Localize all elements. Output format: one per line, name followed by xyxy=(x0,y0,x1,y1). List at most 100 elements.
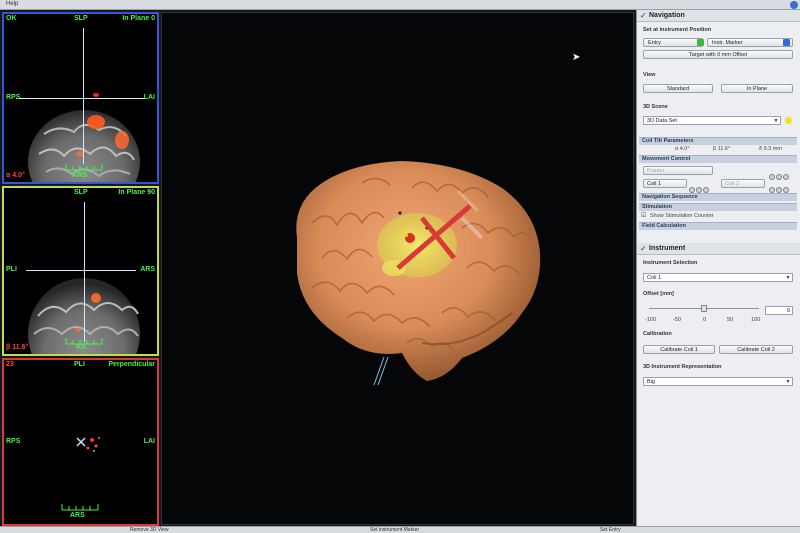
orientation-top: SLP xyxy=(74,189,88,196)
calibrate-coil2-button[interactable]: Calibrate Coil 2 xyxy=(719,345,793,354)
offset-tick-2: -50 xyxy=(673,317,681,323)
view-2d-perpendicular[interactable]: 23 PLI Perpendicular RPS LAI ARS xyxy=(2,358,159,526)
instr-marker-label: Instr. Marker xyxy=(712,40,743,46)
chevron-down-icon: ▼ xyxy=(785,379,791,385)
orientation-right: ARS xyxy=(140,266,155,273)
crosshair-horizontal xyxy=(26,270,136,271)
inplane-view-button[interactable]: In Plane xyxy=(721,84,793,93)
scene-label: 3D Scene xyxy=(643,104,668,110)
view-2d-inplane-90[interactable]: SLP In Plane 90 PLI ARS RA β 11.6° xyxy=(2,186,159,356)
right-panel: Navigation ✓ Set at instrument Position … xyxy=(636,10,800,526)
angle-alpha: α 4.0° xyxy=(6,172,25,179)
coil-tilt-delta: δ 9.3 mm xyxy=(759,146,782,152)
stimulation-title: Stimulation xyxy=(642,204,672,210)
taskbar-set-entry[interactable]: Set Entry xyxy=(600,527,621,533)
instrument-checkmark-icon: ✓ xyxy=(640,244,647,253)
view-2d-inplane-0[interactable]: OK SLP In Plane 0 RPS LAI ARS α 4.0° xyxy=(2,12,159,184)
representation-select-value: Big xyxy=(647,379,655,385)
offset-input[interactable]: 0 xyxy=(765,306,793,315)
navigation-title: Navigation xyxy=(649,12,685,19)
set-position-label: Set at instrument Position xyxy=(643,27,712,33)
taskbar-remove-3d-view[interactable]: Remove 3D View xyxy=(130,527,169,533)
orientation-right: LAI xyxy=(143,438,155,445)
orientation-top: SLP xyxy=(74,15,88,22)
pointer-label: Pointer xyxy=(647,168,665,174)
coil-tilt-title: Coil Tilt Parameters xyxy=(642,138,694,144)
instrument-header[interactable]: Instrument xyxy=(637,243,800,255)
coil1-button[interactable]: Coil 1 xyxy=(643,179,687,188)
orientation-right: LAI xyxy=(143,94,155,101)
navigation-sequence-title: Navigation Sequence xyxy=(642,194,698,200)
standard-view-button[interactable]: Standard xyxy=(643,84,713,93)
field-calculation-title: Field Calculation xyxy=(642,223,687,229)
entry-button[interactable]: Entry xyxy=(643,38,703,47)
entry-button-label: Entry xyxy=(648,40,661,46)
representation-label: 3D Instrument Representation xyxy=(643,364,722,370)
angle-beta: β 11.6° xyxy=(6,344,29,351)
orientation-top: PLI xyxy=(74,361,85,368)
coil-tilt-beta: β 11.6° xyxy=(713,146,731,152)
offset-tick-5: 100 xyxy=(751,317,761,323)
view-status: OK xyxy=(6,15,17,22)
coil2-label: Coil 2 xyxy=(725,181,740,187)
pointer-button[interactable]: Pointer xyxy=(643,166,713,175)
checkbox-checked-icon[interactable]: ☑ xyxy=(641,212,646,219)
screen: Help OK SLP In Plane 0 RPS LAI ARS α 4.0… xyxy=(0,0,800,533)
target-offset-button[interactable]: Target with 0 mm Offset xyxy=(643,50,793,59)
coil-tilt-header[interactable]: Coil Tilt Parameters xyxy=(639,137,797,145)
scene-color-icon[interactable] xyxy=(785,117,792,124)
inplane-view-label: In Plane xyxy=(746,86,768,92)
offset-label: Offset [mm] xyxy=(643,291,674,297)
plane-label: In Plane 90 xyxy=(118,189,155,196)
offset-tick-4: 50 xyxy=(727,317,734,323)
menu-help[interactable]: Help xyxy=(6,1,18,7)
orientation-left: PLI xyxy=(6,266,17,273)
field-calculation-header[interactable]: Field Calculation xyxy=(639,222,797,230)
scene-select[interactable]: 3D Data Set ▼ xyxy=(643,116,781,125)
offset-tick-3: 0 xyxy=(703,317,707,323)
crosshair-vertical xyxy=(84,202,85,342)
pointer-status-dots xyxy=(769,167,790,180)
representation-select[interactable]: Big ▼ xyxy=(643,377,793,386)
scale-ruler-top xyxy=(65,164,103,171)
plane-label: Perpendicular xyxy=(108,361,155,368)
navigation-sequence-header[interactable]: Navigation Sequence xyxy=(639,193,797,201)
view-counter: 23 xyxy=(6,361,14,368)
offset-input-value: 0 xyxy=(786,308,790,314)
stimulation-header[interactable]: Stimulation xyxy=(639,203,797,211)
offset-tick-1: -100 xyxy=(645,317,657,323)
instrument-selection-label: Instrument Selection xyxy=(643,260,698,266)
taskbar: Remove 3D View Set instrument Marker Set… xyxy=(0,526,800,533)
calibrate-coil2-label: Calibrate Coil 2 xyxy=(737,347,775,353)
instrument-select[interactable]: Coil 1 ▼ xyxy=(643,273,793,282)
plane-label: In Plane 0 xyxy=(122,15,155,22)
coil2-status-dots xyxy=(769,180,790,193)
checkmark-icon: ✓ xyxy=(640,11,647,20)
coil-tilt-alpha: α 4.0° xyxy=(675,146,690,152)
instrument-select-value: Coil 1 xyxy=(647,275,662,281)
crosshair-vertical xyxy=(83,28,84,164)
offset-slider-thumb[interactable] xyxy=(701,305,707,312)
target-overlay xyxy=(61,437,100,511)
entry-indicator-icon xyxy=(697,39,704,46)
calibrate-coil1-button[interactable]: Calibrate Coil 1 xyxy=(643,345,715,354)
calibrate-coil1-label: Calibrate Coil 1 xyxy=(660,347,698,353)
window-control-icon[interactable] xyxy=(790,1,798,9)
coil1-label: Coil 1 xyxy=(647,181,662,187)
instr-marker-indicator-icon xyxy=(783,39,790,46)
brain-3d-render xyxy=(296,161,541,386)
view-3d-brain[interactable] xyxy=(161,12,634,525)
movement-control-header[interactable]: Movement Control xyxy=(639,155,797,163)
crosshair-horizontal xyxy=(16,98,146,99)
scene-select-value: 3D Data Set xyxy=(647,118,677,124)
taskbar-set-instrument-marker[interactable]: Set instrument Marker xyxy=(370,527,419,533)
coil2-button[interactable]: Coil 2 xyxy=(721,179,765,188)
orientation-bottom: ARS xyxy=(72,172,87,179)
show-counter-label: Show Stimulation Counter xyxy=(650,213,714,219)
instr-marker-button[interactable]: Instr. Marker xyxy=(707,38,793,47)
movement-control-title: Movement Control xyxy=(642,156,691,162)
orientation-bottom: RA xyxy=(76,344,87,351)
orientation-left: RPS xyxy=(6,94,21,101)
navigation-header[interactable]: Navigation xyxy=(637,10,800,22)
instrument-title: Instrument xyxy=(649,245,686,252)
